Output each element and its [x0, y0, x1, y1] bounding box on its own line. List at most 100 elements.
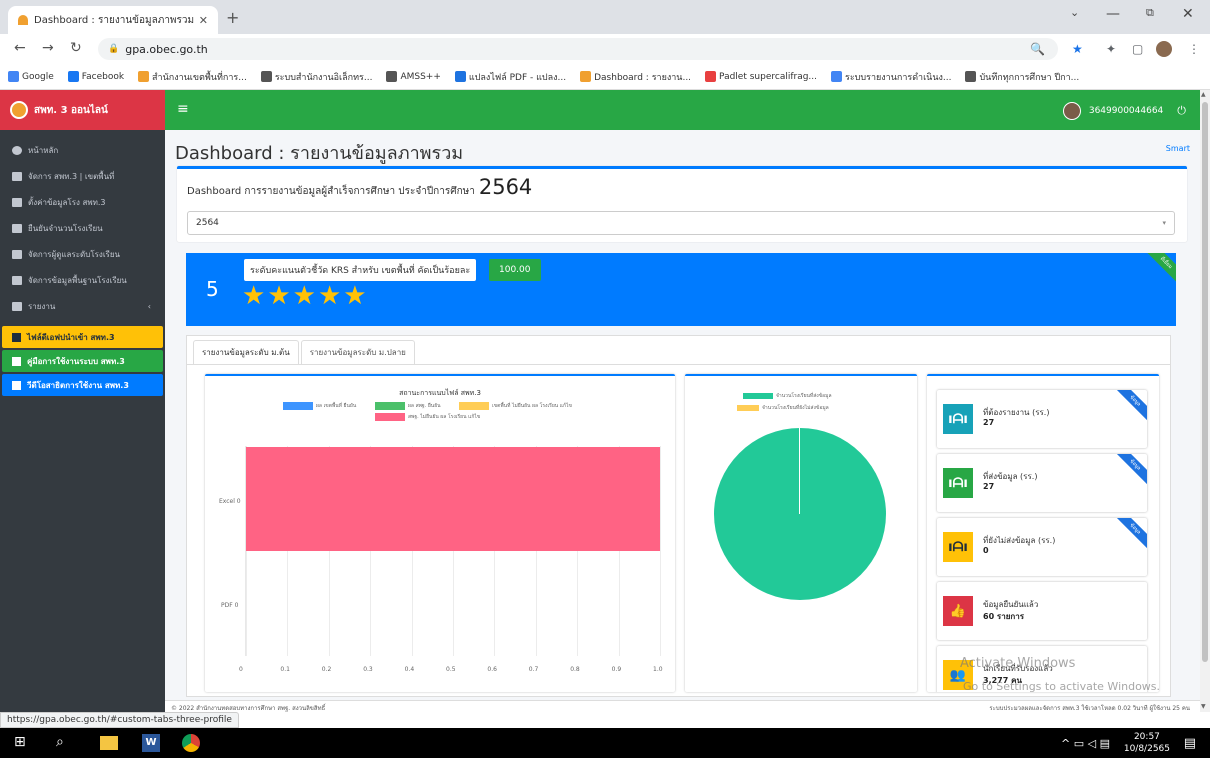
word-icon[interactable]: W — [142, 734, 160, 752]
bookmark-favicon-icon — [965, 71, 977, 82]
sidepanel-icon[interactable]: ▢ — [1132, 42, 1143, 56]
sidebar: สพท. 3 ออนไลน์ หน้าหลัก จัดการ สพท.3 | เ… — [0, 90, 165, 712]
legend-swatch — [283, 402, 313, 410]
back-button[interactable]: ← — [14, 40, 26, 56]
lock-icon: 🔒 — [108, 44, 120, 54]
bookmark-item[interactable]: Google — [8, 71, 54, 82]
bookmark-favicon-icon — [705, 71, 717, 82]
bookmark-item[interactable]: แปลงไฟล์ PDF - แปลง... — [454, 70, 567, 84]
tab-close-icon[interactable]: ✕ — [199, 14, 208, 27]
y-tick-label: PDF 0 — [221, 602, 239, 609]
sidebar-item-settings[interactable]: ตั้งค่าข้อมูลโรง สพท.3 — [0, 190, 165, 214]
info-card-value: 60 รายการ — [983, 612, 1025, 621]
bookmark-favicon-icon — [8, 71, 19, 82]
legend-swatch — [737, 405, 759, 411]
sidebar-item-home[interactable]: หน้าหลัก — [0, 138, 165, 162]
user-menu[interactable]: 3649900044664 ⏻ — [1062, 102, 1186, 120]
banner-ribbon: ดีเยี่ยม — [1140, 253, 1176, 289]
x-tick-label: 0.5 — [446, 666, 456, 673]
bookmark-item[interactable]: Padlet supercalifrag... — [705, 71, 817, 82]
bookmark-item[interactable]: Facebook — [67, 71, 124, 82]
screen: Dashboard : รายงานข้อมูลภาพรวม ✕ + ⌄ — ⧉… — [0, 0, 1210, 758]
restore-button[interactable]: ⧉ — [1146, 6, 1154, 20]
page-scrollbar[interactable]: ▲ ▼ — [1200, 90, 1210, 712]
bar-excel[interactable] — [246, 446, 660, 551]
sidebar-item-school-data[interactable]: จัดการข้อมูลพื้นฐานโรงเรียน — [0, 268, 165, 292]
sidebar-link-label: คู่มือการใช้งานระบบ สพท.3 — [27, 356, 125, 366]
scroll-up-icon[interactable]: ▲ — [1201, 91, 1206, 98]
reload-button[interactable]: ↻ — [70, 40, 82, 56]
bookmark-item[interactable]: ระบบรายงานการดำเนินง... — [831, 70, 951, 84]
x-tick-label: 1.0 — [653, 666, 663, 673]
tab-search-icon[interactable]: ⌄ — [1070, 6, 1079, 19]
x-tick-label: 0.9 — [611, 666, 622, 673]
tab-lower-secondary[interactable]: รายงานข้อมูลระดับ ม.ต้น — [193, 340, 299, 364]
scroll-down-icon[interactable]: ▼ — [1201, 703, 1206, 710]
tab-upper-secondary[interactable]: รายงานข้อมูลระดับ ม.ปลาย — [300, 340, 415, 364]
sidebar-item-reports[interactable]: รายงาน ‹ — [0, 294, 165, 318]
year-select[interactable]: 2564 ▾ — [187, 211, 1175, 235]
chrome-icon[interactable] — [182, 734, 200, 752]
school-icon — [12, 223, 22, 233]
bookmark-item[interactable]: ระบบสำนักงานอิเล็กทร... — [260, 70, 372, 84]
minimize-button[interactable]: — — [1106, 6, 1120, 22]
star-icon: ★ — [267, 281, 291, 311]
user-id: 3649900044664 — [1088, 106, 1164, 116]
x-tick-label: 0.7 — [528, 666, 539, 673]
legend-item: สพฐ. ไม่ยืนยัน ผล โรงเรียน แก้ไข — [375, 413, 480, 421]
small-link[interactable]: Smart — [1166, 144, 1190, 153]
bookmark-favicon-icon — [260, 71, 272, 82]
bookmark-item[interactable]: AMSS++ — [386, 71, 441, 82]
windows-start-icon[interactable]: ⊞ — [14, 734, 32, 752]
info-card[interactable]: ıᗩı ที่ต้องรายงาน (รร.) 27 ข้อมูล — [937, 390, 1147, 448]
sidebar-item-school-admins[interactable]: จัดการผู้ดูแลระดับโรงเรียน — [0, 242, 165, 266]
new-tab-button[interactable]: + — [226, 8, 239, 27]
sidebar-link-manual[interactable]: คู่มือการใช้งานระบบ สพท.3 — [2, 350, 163, 372]
info-card[interactable]: ıᗩı ที่ยังไม่ส่งข้อมูล (รร.) 0 ข้อมูล — [937, 518, 1147, 576]
sidebar-link-video[interactable]: วีดีโอสาธิตการใช้งาน สพท.3 — [2, 374, 163, 396]
file-explorer-icon[interactable] — [100, 736, 118, 750]
bookmark-item[interactable]: Dashboard : รายงาน... — [580, 70, 691, 84]
x-tick-label: 0.4 — [404, 666, 415, 673]
bookmark-item[interactable]: บันทึกทุกการศึกษา ปีกา... — [965, 70, 1079, 84]
info-card[interactable]: ıᗩı ที่ส่งข้อมูล (รร.) 27 ข้อมูล — [937, 454, 1147, 512]
bookmark-label: สำนักงานเขตพื้นที่การ... — [152, 72, 247, 83]
profile-avatar[interactable] — [1156, 41, 1172, 57]
grid-line — [660, 446, 661, 656]
close-window-button[interactable]: ✕ — [1182, 6, 1194, 22]
system-tray-icons[interactable]: ^ ▭ ◁ ▤ — [1061, 737, 1110, 750]
bookmark-label: บันทึกทุกการศึกษา ปีกา... — [979, 72, 1080, 83]
school-icon: ıᗩı — [943, 404, 973, 434]
notification-icon[interactable]: ▤ — [1184, 736, 1196, 751]
taskbar-clock[interactable]: 20:57 10/8/2565 — [1124, 731, 1170, 755]
forward-button[interactable]: → — [42, 40, 54, 56]
star-rating: ★ ★ ★ ★ ★ — [242, 283, 367, 309]
sidebar-item-confirm-schools[interactable]: ยืนยันจำนวนโรงเรียน — [0, 216, 165, 240]
search-icon[interactable]: ⌕ — [56, 734, 74, 752]
extensions-icon[interactable]: ✦ — [1106, 42, 1116, 56]
favicon-icon — [18, 15, 28, 25]
bookmark-label: แปลงไฟล์ PDF - แปลง... — [468, 72, 567, 83]
info-card-ribbon: ข้อมูล — [1114, 454, 1147, 486]
sidebar-item-label: จัดการข้อมูลพื้นฐานโรงเรียน — [28, 275, 127, 285]
zoom-icon[interactable]: 🔍 — [1030, 42, 1045, 56]
pie-slice-submitted[interactable] — [714, 428, 886, 600]
info-card[interactable]: 👍 ข้อมูลยืนยันแล้ว 60 รายการ — [937, 582, 1147, 640]
menu-kebab-icon[interactable]: ⋮ — [1188, 42, 1200, 56]
browser-tab[interactable]: Dashboard : รายงานข้อมูลภาพรวม ✕ — [8, 6, 218, 34]
scrollbar-thumb[interactable] — [1202, 102, 1208, 662]
legend-swatch — [743, 393, 773, 399]
sidebar-item-manage-area[interactable]: จัดการ สพท.3 | เขตพื้นที่ — [0, 164, 165, 188]
sidebar-link-import-file[interactable]: ไฟล์ดีเอฟปนำเข้า สพท.3 — [2, 326, 163, 348]
address-bar-row: ← → ↻ 🔒 gpa.obec.go.th 🔍 ★ ✦ ▢ ⋮ — [0, 34, 1210, 64]
url-input[interactable]: 🔒 gpa.obec.go.th — [98, 38, 1058, 60]
bookmark-label: Padlet supercalifrag... — [719, 71, 818, 82]
bookmarks-bar: Google Facebook สำนักงานเขตพื้นที่การ... ระ… — [0, 64, 1210, 90]
legend-label: ผล สพฐ. ยืนยัน — [408, 403, 441, 409]
power-icon[interactable]: ⏻ — [1177, 104, 1186, 118]
hamburger-menu-icon[interactable]: ≡ — [177, 101, 189, 117]
bookmark-item[interactable]: สำนักงานเขตพื้นที่การ... — [138, 70, 247, 84]
report-tabs: รายงานข้อมูลระดับ ม.ต้น รายงานข้อมูลระดั… — [193, 340, 417, 364]
sidebar-brand[interactable]: สพท. 3 ออนไลน์ — [0, 90, 165, 130]
bookmark-star-icon[interactable]: ★ — [1072, 42, 1083, 56]
